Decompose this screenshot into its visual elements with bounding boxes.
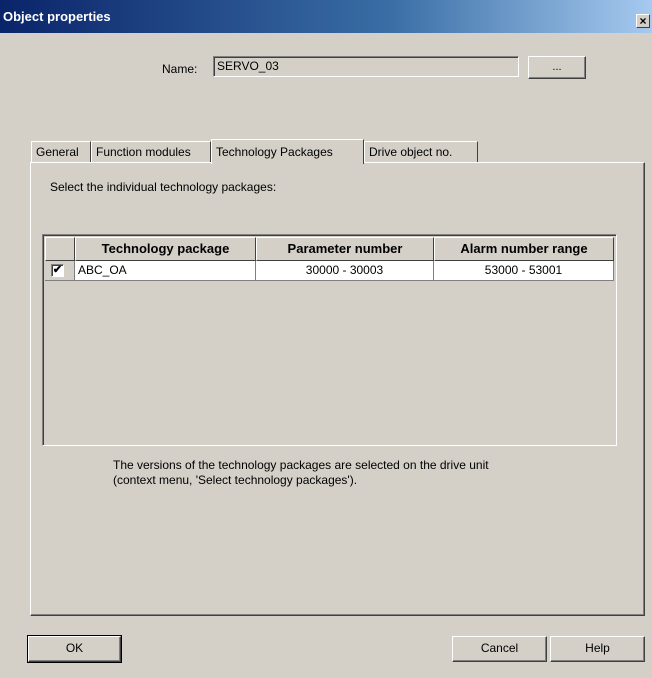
row-select-cell: ✔ [45,261,75,281]
tab-label: Technology Packages [216,145,333,159]
browse-button[interactable]: ... [528,56,586,79]
column-header-package[interactable]: Technology package [75,237,256,261]
package-checkbox[interactable]: ✔ [51,264,64,277]
table-row[interactable]: ✔ ABC_OA 30000 - 30003 53000 - 53001 [45,261,614,281]
column-header-select [45,237,75,261]
column-header-parameter[interactable]: Parameter number [256,237,434,261]
note-line-1: The versions of the technology packages … [113,458,489,472]
tab-label: General [36,145,79,159]
column-header-alarm[interactable]: Alarm number range [434,237,614,261]
window-title: Object properties [3,9,111,24]
version-note: The versions of the technology packages … [113,458,489,488]
alarm-cell: 53000 - 53001 [434,261,614,281]
close-button[interactable]: × [636,14,650,28]
tab-label: Function modules [96,145,191,159]
close-icon: × [639,14,647,28]
tab-label: Drive object no. [369,145,453,159]
parameter-cell: 30000 - 30003 [256,261,434,281]
title-bar: Object properties × [0,0,652,33]
tab-function-modules[interactable]: Function modules [91,141,211,162]
cancel-button[interactable]: Cancel [452,636,547,662]
checkmark-icon: ✔ [52,264,63,276]
tab-general[interactable]: General [31,141,91,162]
tab-technology-packages[interactable]: Technology Packages [211,139,364,164]
package-cell: ABC_OA [75,261,256,281]
ok-button[interactable]: OK [27,635,122,663]
note-line-2: (context menu, 'Select technology packag… [113,473,358,487]
tab-drive-object-no[interactable]: Drive object no. [364,141,478,162]
help-button[interactable]: Help [550,636,645,662]
instruction-text: Select the individual technology package… [50,180,277,194]
name-field[interactable]: SERVO_03 [213,56,519,77]
name-label: Name: [162,62,198,76]
technology-package-table[interactable]: Technology package Parameter number Alar… [42,234,617,446]
